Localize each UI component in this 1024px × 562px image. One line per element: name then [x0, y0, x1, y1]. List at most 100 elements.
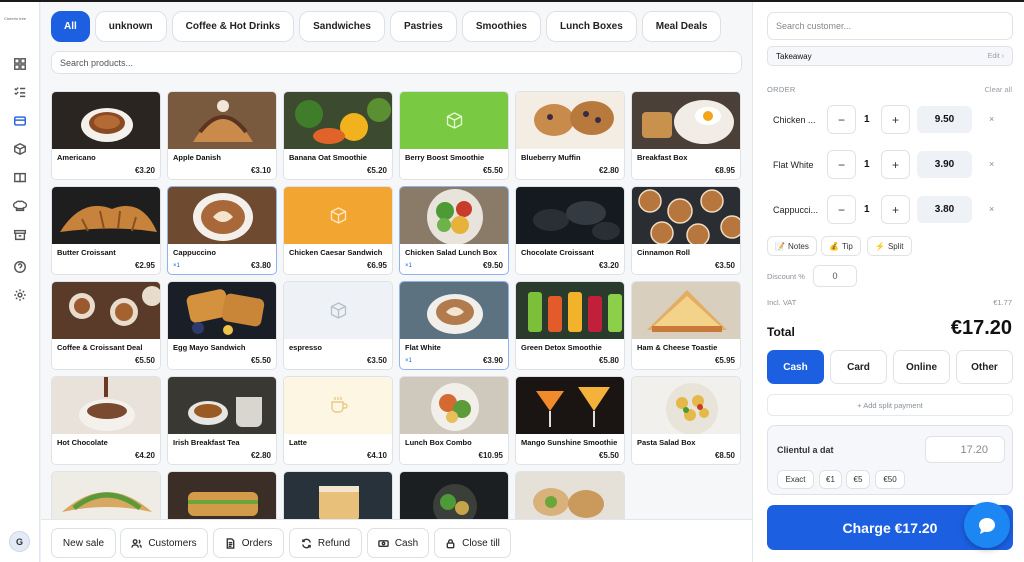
button-label: Orders — [241, 537, 273, 549]
product-card[interactable] — [167, 471, 277, 521]
order-line-price[interactable]: 3.80 — [917, 196, 972, 223]
order-line: Cappucci... −1 +3.80 × — [767, 195, 1015, 225]
product-card[interactable] — [515, 471, 625, 521]
order-line-price[interactable]: 3.90 — [917, 151, 972, 178]
product-image — [516, 282, 624, 339]
category-tab[interactable]: All — [51, 11, 90, 42]
search-products-input[interactable] — [51, 51, 742, 74]
product-price: €4.20 — [134, 451, 155, 460]
product-card[interactable]: Latte €4.10 — [283, 376, 393, 465]
remove-line-icon[interactable]: × — [989, 204, 994, 214]
product-card[interactable]: Cinnamon Roll €3.50 — [631, 186, 741, 275]
product-card[interactable]: Ham & Cheese Toastie €5.95 — [631, 281, 741, 370]
chat-launcher-button[interactable] — [964, 502, 1010, 548]
avatar[interactable]: G — [9, 531, 30, 552]
product-card[interactable]: espresso €3.50 — [283, 281, 393, 370]
search-customer-input[interactable]: Search customer... — [767, 12, 1013, 40]
quick-cash-1[interactable]: €1 — [819, 470, 842, 489]
product-card[interactable]: Coffee & Croissant Deal €5.50 — [51, 281, 161, 370]
quick-cash-exact[interactable]: Exact — [777, 470, 814, 489]
quick-cash-50[interactable]: €50 — [875, 470, 905, 489]
split-chip[interactable]: ⚡ Split — [867, 236, 912, 256]
button-label: Cash — [394, 537, 419, 549]
category-tab[interactable]: unknown — [94, 11, 167, 42]
pos-card-icon[interactable] — [11, 112, 29, 130]
order-line-qty: 1 — [864, 159, 870, 170]
product-card[interactable]: Egg Mayo Sandwich €5.50 — [167, 281, 277, 370]
archive-icon[interactable] — [11, 226, 29, 244]
decrease-qty-button[interactable]: − — [827, 150, 856, 179]
product-image — [516, 187, 624, 244]
help-icon[interactable] — [11, 258, 29, 276]
product-card[interactable]: Green Detox Smoothie €5.80 — [515, 281, 625, 370]
discount-input[interactable]: 0 — [813, 265, 857, 287]
box-icon[interactable] — [11, 140, 29, 158]
category-tab[interactable]: Coffee & Hot Drinks — [171, 11, 295, 42]
book-icon[interactable] — [11, 169, 29, 187]
category-tab[interactable]: Smoothies — [461, 11, 541, 42]
product-card[interactable]: Apple Danish €3.10 — [167, 91, 277, 180]
order-line-price[interactable]: 9.50 — [917, 106, 972, 133]
product-card[interactable] — [51, 471, 161, 521]
product-card[interactable] — [399, 471, 509, 521]
new-sale-button[interactable]: New sale — [51, 528, 116, 558]
order-type-selector[interactable]: Takeaway Edit › — [767, 46, 1013, 66]
product-card[interactable]: Chocolate Croissant €3.20 — [515, 186, 625, 275]
cash-drawer-button[interactable]: Cash — [367, 528, 429, 558]
increase-qty-button[interactable]: + — [881, 195, 910, 224]
pay-cash-button[interactable]: Cash — [767, 350, 824, 384]
product-card[interactable]: Chicken Salad Lunch Box €9.50 ×1 — [399, 186, 509, 275]
clear-all-link[interactable]: Clear all — [984, 85, 1012, 94]
product-card[interactable]: Banana Oat Smoothie €5.20 — [283, 91, 393, 180]
tip-chip[interactable]: 💰 Tip — [821, 236, 861, 256]
remove-line-icon[interactable]: × — [989, 114, 994, 124]
product-price: €6.95 — [366, 261, 387, 270]
close-till-button[interactable]: Close till — [434, 528, 511, 558]
chef-hat-icon[interactable] — [11, 197, 29, 215]
product-card[interactable]: Hot Chocolate €4.20 — [51, 376, 161, 465]
product-card[interactable]: Americano €3.20 — [51, 91, 161, 180]
orders-button[interactable]: Orders — [213, 528, 284, 558]
add-split-payment-button[interactable]: + Add split payment — [767, 394, 1013, 416]
settings-icon[interactable] — [11, 286, 29, 304]
refund-button[interactable]: Refund — [289, 528, 362, 558]
product-card[interactable]: Flat White €3.90 ×1 — [399, 281, 509, 370]
product-area: All unknown Coffee & Hot Drinks Sandwiches P… — [41, 2, 752, 562]
product-card[interactable]: Butter Croissant €2.95 — [51, 186, 161, 275]
increase-qty-button[interactable]: + — [881, 105, 910, 134]
product-card[interactable]: Chicken Caesar Sandwich €6.95 — [283, 186, 393, 275]
category-tab[interactable]: Sandwiches — [299, 11, 385, 42]
edit-order-type-link[interactable]: Edit › — [988, 53, 1004, 60]
product-card[interactable]: Blueberry Muffin €2.80 — [515, 91, 625, 180]
product-card[interactable] — [283, 471, 393, 521]
category-tab[interactable]: Meal Deals — [641, 11, 722, 42]
product-card[interactable]: Lunch Box Combo €10.95 — [399, 376, 509, 465]
category-tab[interactable]: Lunch Boxes — [545, 11, 637, 42]
product-card[interactable]: Mango Sunshine Smoothie €5.50 — [515, 376, 625, 465]
product-card[interactable]: Breakfast Box €8.95 — [631, 91, 741, 180]
dashboard-icon[interactable] — [11, 55, 29, 73]
category-tab[interactable]: Pastries — [389, 11, 457, 42]
remove-line-icon[interactable]: × — [989, 159, 994, 169]
received-amount-input[interactable]: 17.20 — [925, 436, 1005, 463]
product-card[interactable]: Pasta Salad Box €8.50 — [631, 376, 741, 465]
product-name: Americano — [57, 153, 96, 162]
notes-chip[interactable]: 📝 Notes — [767, 236, 817, 256]
checklist-icon[interactable] — [11, 83, 29, 101]
product-card[interactable]: Berry Boost Smoothie €5.50 — [399, 91, 509, 180]
pay-other-button[interactable]: Other — [956, 350, 1013, 384]
increase-qty-button[interactable]: + — [881, 150, 910, 179]
customers-button[interactable]: Customers — [120, 528, 208, 558]
decrease-qty-button[interactable]: − — [827, 195, 856, 224]
product-name: Latte — [289, 438, 307, 447]
decrease-qty-button[interactable]: − — [827, 105, 856, 134]
pay-card-button[interactable]: Card — [830, 350, 887, 384]
pay-online-button[interactable]: Online — [893, 350, 950, 384]
product-image — [400, 377, 508, 434]
product-card[interactable]: Irish Breakfast Tea €2.80 — [167, 376, 277, 465]
product-image — [516, 377, 624, 434]
button-label: Close till — [462, 537, 500, 549]
quick-cash-5[interactable]: €5 — [846, 470, 870, 489]
product-card[interactable]: Cappuccino €3.80 ×1 — [167, 186, 277, 275]
product-image — [284, 187, 392, 244]
